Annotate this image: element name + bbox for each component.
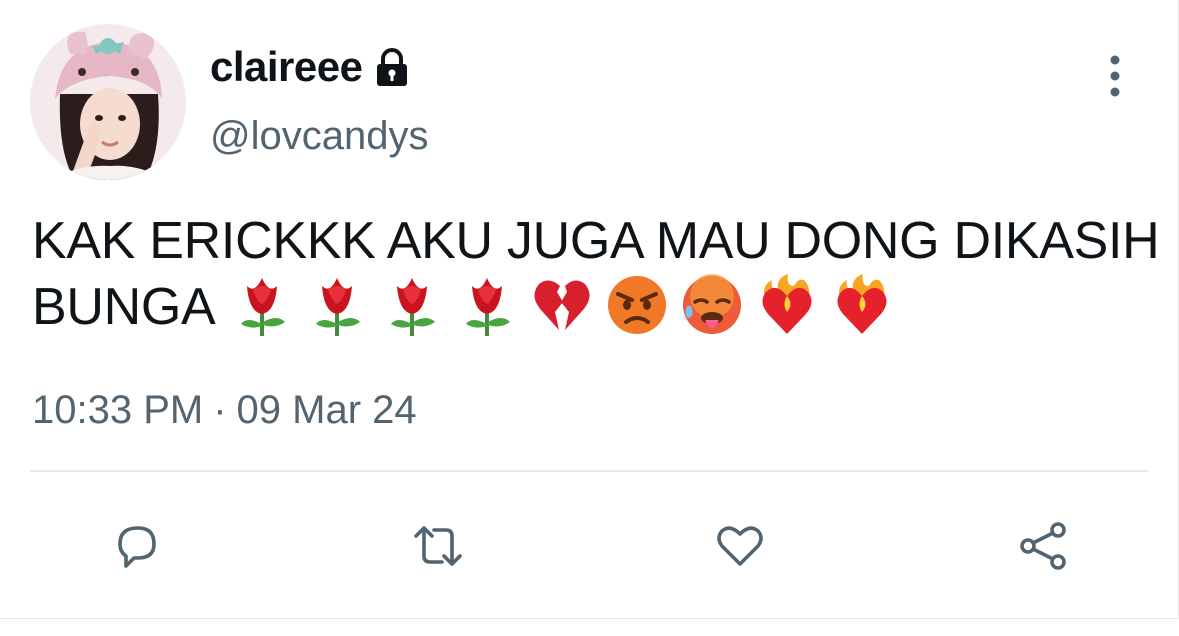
share-button[interactable] bbox=[1014, 516, 1074, 576]
retweet-icon bbox=[414, 526, 462, 566]
share-icon bbox=[1020, 522, 1066, 570]
tweet-date: 09 Mar 24 bbox=[236, 388, 417, 432]
reply-icon bbox=[118, 526, 156, 568]
display-name-row[interactable]: claireee bbox=[210, 42, 412, 92]
separator-dot: · bbox=[213, 388, 227, 432]
tweet-card: claireee @lovcandys KAK ERICKKK AKU JUGA… bbox=[0, 0, 1179, 619]
retweet-button[interactable] bbox=[408, 516, 468, 576]
angry-face-emoji bbox=[608, 276, 667, 334]
tweet-time: 10:33 PM bbox=[32, 388, 204, 432]
reply-button[interactable] bbox=[106, 516, 166, 576]
hot-face-emoji bbox=[683, 274, 742, 334]
tweet-text: KAK ERICKKK AKU JUGA MAU DONG DIKASIH BU… bbox=[32, 210, 1162, 338]
user-avatar[interactable] bbox=[30, 24, 186, 180]
heart-icon bbox=[717, 526, 763, 566]
rose-emoji bbox=[391, 278, 436, 336]
rose-emoji bbox=[466, 278, 511, 336]
more-options-button[interactable] bbox=[1100, 54, 1130, 98]
broken-heart-emoji bbox=[534, 280, 590, 330]
user-handle[interactable]: @lovcandys bbox=[210, 112, 428, 160]
more-vertical-icon bbox=[1110, 55, 1120, 97]
rose-emoji bbox=[241, 278, 286, 336]
heart-on-fire-emoji bbox=[762, 274, 812, 334]
emoji-row bbox=[229, 272, 904, 338]
rose-emoji bbox=[316, 278, 361, 336]
lock-icon bbox=[377, 48, 408, 86]
heart-on-fire-emoji bbox=[837, 274, 887, 334]
tweet-timestamp[interactable]: 10:33 PM · 09 Mar 24 bbox=[32, 386, 417, 434]
display-name: claireee bbox=[210, 43, 363, 90]
like-button[interactable] bbox=[710, 516, 770, 576]
divider bbox=[30, 470, 1148, 472]
